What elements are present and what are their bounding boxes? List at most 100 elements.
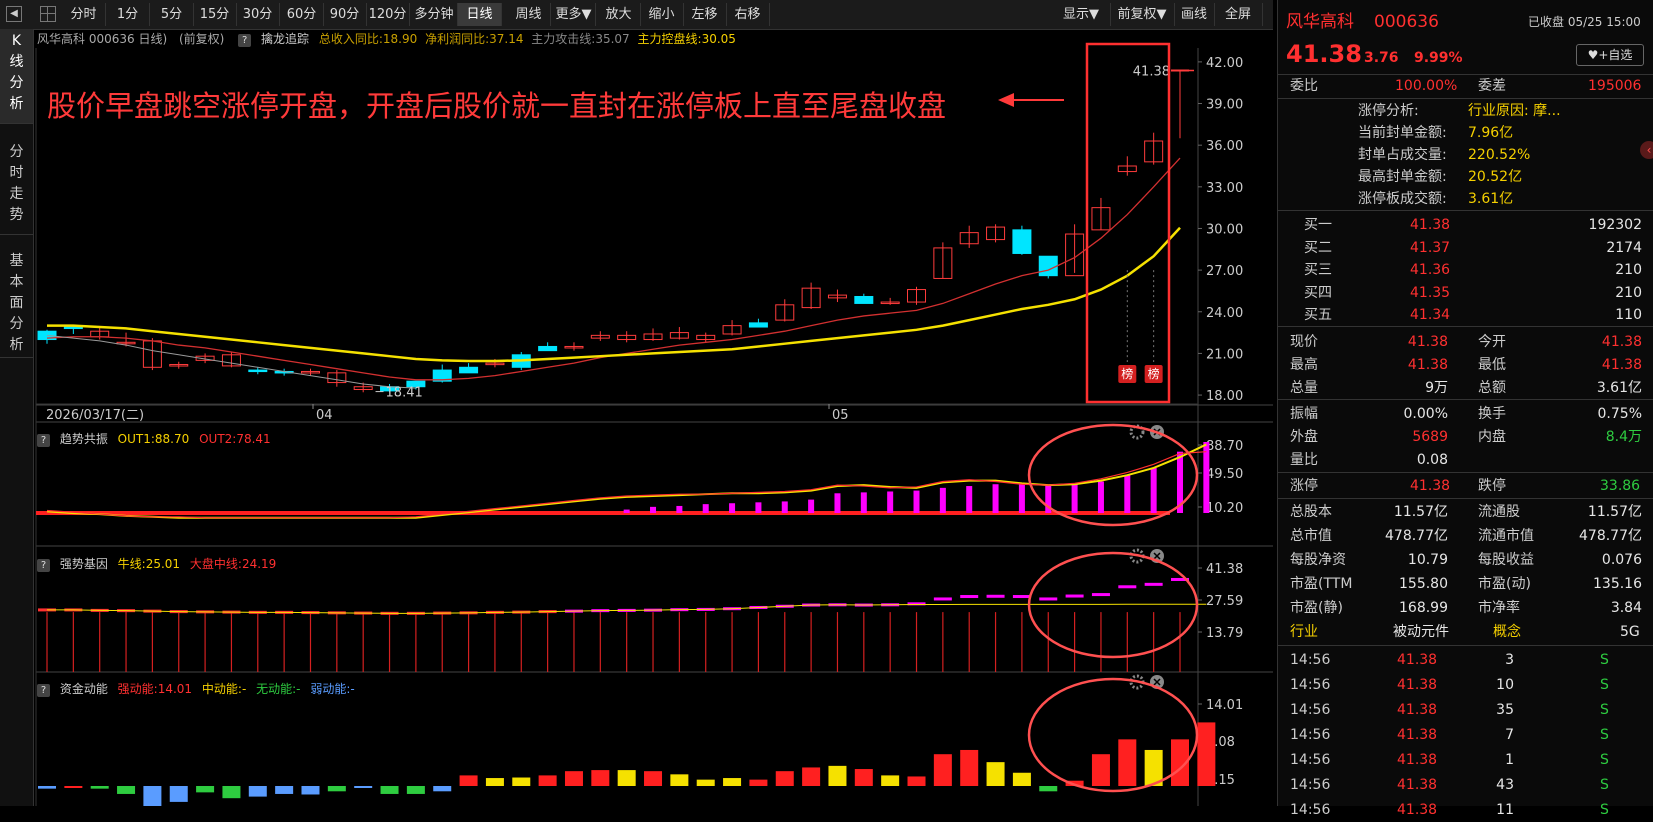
quote-value: 8.4万 (1605, 429, 1642, 445)
trade-volume: 1 (1505, 752, 1514, 768)
trade-time: 14:56 (1290, 727, 1331, 743)
industry-value[interactable]: 被动元件 (1393, 620, 1449, 644)
ind2-y-label: 27.59 (1206, 594, 1243, 609)
ind3-bar (64, 786, 83, 788)
collapse-arrow-icon[interactable]: ‹ (1640, 141, 1653, 159)
trade-side: S (1600, 652, 1609, 668)
quote-value: 0.00% (1403, 406, 1448, 422)
quote-row: 涨停板成交额: 3.61亿 (1278, 187, 1653, 211)
ind3-bar (512, 777, 531, 786)
trade-side: S (1600, 727, 1609, 743)
quote-row: 当前封单金额: 7.96亿 (1278, 121, 1653, 145)
limit-analysis-value: 220.52% (1468, 147, 1531, 163)
add-watchlist-button[interactable]: ♥+自选 (1576, 44, 1644, 66)
quote-row: 现价 41.38 今开 41.38 (1278, 330, 1653, 354)
help-icon[interactable]: ? (37, 559, 50, 572)
ind3-header: ? 资金动能 强动能:14.01 中动能:- 无动能:- 弱动能:- (37, 680, 355, 698)
quote-value: 41.38 (1601, 357, 1642, 373)
ind2-mark (986, 594, 1005, 598)
ind2-l1: 牛线:25.01 (117, 557, 181, 571)
ind3-bar (1039, 786, 1058, 792)
ma-line (47, 226, 1181, 363)
ind1-bar (781, 501, 788, 513)
ind2-mark (1091, 593, 1110, 597)
weicha-label: 委差 (1478, 78, 1506, 94)
x-axis-label: 2026/03/17(二) (46, 408, 144, 423)
ind1-bar (887, 491, 894, 513)
ind1-bar (1071, 484, 1078, 513)
y-axis-label: 18.00 (1206, 389, 1243, 404)
quote-label: 今开 (1478, 334, 1506, 350)
ind3-bar (933, 754, 952, 786)
fund-value: 168.99 (1399, 600, 1448, 616)
limit-analysis-label: 涨停分析: (1358, 103, 1419, 119)
candle-body (63, 326, 83, 330)
trade-price: 41.38 (1397, 702, 1438, 718)
ind1-bar (623, 509, 630, 513)
ind3-bar (986, 762, 1005, 786)
price-change: 3.76 (1364, 50, 1399, 66)
fund-value: 10.79 (1407, 552, 1448, 568)
ind1-title[interactable]: 趋势共振 (60, 432, 108, 446)
ind2-title[interactable]: 强势基因 (60, 557, 108, 571)
ind2-header: ? 强势基因 牛线:25.01 大盘中线:24.19 (37, 555, 276, 573)
bid-level-label: 买三 (1304, 262, 1332, 278)
trade-time: 14:56 (1290, 777, 1331, 793)
ind3-title[interactable]: 资金动能 (60, 682, 108, 696)
quote-label: 总量 (1290, 380, 1318, 396)
bid-level-label: 买五 (1304, 307, 1332, 323)
help-icon[interactable]: ? (37, 684, 50, 697)
fund-value: 155.80 (1399, 576, 1448, 592)
trade-side: S (1600, 752, 1609, 768)
help-icon[interactable]: ? (37, 434, 50, 447)
y-axis-label: 33.00 (1206, 181, 1243, 196)
ind1-bar (1150, 467, 1157, 513)
ma-line (46, 157, 1181, 381)
ind2-y-label: 13.79 (1206, 626, 1243, 641)
ind3-bar (406, 786, 425, 794)
bid-price: 41.35 (1410, 284, 1451, 301)
trade-side: S (1600, 802, 1609, 818)
fund-label: 每股净资 (1290, 552, 1346, 568)
quote-label: 最低 (1478, 357, 1506, 373)
x-axis-label: 05 (832, 408, 849, 423)
quote-row: 封单占成交量: 220.52% (1278, 143, 1653, 167)
quote-label: 量比 (1290, 452, 1318, 468)
bid-level-label: 买二 (1304, 239, 1332, 256)
ind1-bar (676, 505, 683, 513)
fund-value: 11.57亿 (1587, 504, 1642, 520)
limit-analysis-value[interactable]: 行业原因: 摩... (1468, 99, 1561, 123)
quote-value: 0.08 (1416, 452, 1448, 468)
trade-volume: 3 (1505, 652, 1514, 668)
ind2-mark (1118, 585, 1137, 589)
concept-value[interactable]: 5G (1620, 620, 1640, 644)
ind3-l1: 强动能:14.01 (117, 682, 193, 696)
ind2-mark (1012, 595, 1031, 599)
ind3-bar (591, 770, 610, 786)
trade-time: 14:56 (1290, 677, 1331, 693)
y-axis-label: 24.00 (1206, 306, 1243, 321)
bid-volume: 210 (1615, 262, 1642, 278)
ind2-niu-line (47, 603, 1207, 614)
bid-price: 41.36 (1410, 262, 1451, 278)
dt-value: 33.86 (1600, 478, 1641, 494)
quote-row: 涨停分析: 行业原因: 摩... (1278, 99, 1653, 123)
fund-value: 0.076 (1601, 552, 1642, 568)
quote-row: 买二 41.37 2174 (1278, 236, 1653, 260)
trade-time: 14:56 (1290, 652, 1331, 668)
ind3-bar (248, 786, 267, 797)
last-price-label: 41.38 (1133, 64, 1170, 79)
fund-value: 478.77亿 (1385, 528, 1448, 544)
fund-label: 总市值 (1290, 528, 1332, 544)
stock-name: 风华高科 (1286, 12, 1354, 32)
fund-value: 478.77亿 (1579, 528, 1642, 544)
quote-row: 14:56 41.38 1 S (1278, 748, 1653, 772)
candle-body (748, 322, 768, 328)
ind2-l2: 大盘中线:24.19 (189, 557, 277, 571)
bid-level-label: 买四 (1304, 284, 1332, 301)
ind3-bar (459, 775, 478, 786)
bang-label: 榜 (1121, 366, 1133, 381)
ind1-bar (860, 492, 867, 513)
ind3-bar (960, 749, 979, 786)
fund-value: 11.57亿 (1393, 504, 1448, 520)
